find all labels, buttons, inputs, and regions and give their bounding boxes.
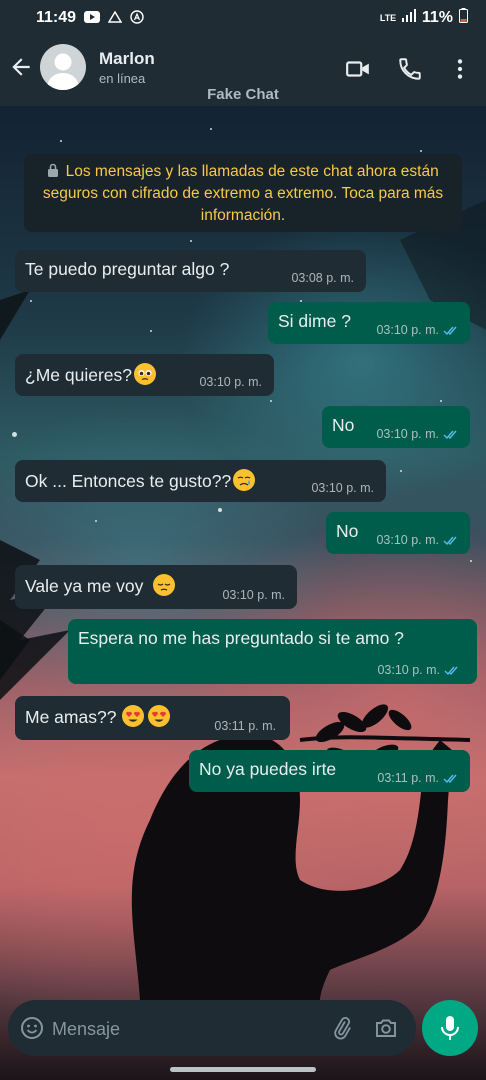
read-receipt-icon <box>444 666 458 676</box>
signal-icon <box>401 9 416 27</box>
message-time: 03:10 p. m. <box>376 323 439 337</box>
battery-percent: 11% <box>421 9 453 26</box>
emoji-icon[interactable] <box>20 1016 44 1040</box>
message-incoming[interactable]: ¿Me quieres? 03:10 p. m. <box>15 354 274 396</box>
message-time: 03:10 p. m. <box>376 427 439 441</box>
back-arrow-icon[interactable] <box>8 54 34 80</box>
message-outgoing[interactable]: No 03:10 p. m. <box>322 406 470 448</box>
message-outgoing[interactable]: Si dime ? 03:10 p. m. <box>268 302 470 344</box>
message-text: Ok ... Entonces te gusto?? <box>25 469 256 492</box>
camera-icon[interactable] <box>374 1016 398 1040</box>
message-meta: 03:10 p. m. <box>376 533 460 547</box>
message-outgoing[interactable]: No ya puedes irte 03:11 p. m. <box>189 750 470 792</box>
pensive-face-emoji <box>153 574 176 596</box>
message-time: 03:11 p. m. <box>214 719 276 733</box>
pleading-face-emoji <box>134 363 156 385</box>
contact-status: en línea <box>99 71 146 86</box>
read-receipt-icon <box>443 774 457 784</box>
message-text-content: Me amas?? <box>25 707 117 727</box>
message-placeholder: Mensaje <box>52 1019 121 1039</box>
message-text-content: ¿Me quieres? <box>25 365 132 385</box>
encryption-notice-text: Los mensajes y las llamadas de este chat… <box>42 163 444 224</box>
message-text: Espera no me has preguntado si te amo ? <box>78 628 404 648</box>
message-time: 03:10 p. m. <box>311 481 374 495</box>
message-text: Me amas?? <box>25 705 171 728</box>
message-time: 03:10 p. m. <box>376 533 439 547</box>
message-meta: 03:10 p. m. <box>376 427 460 441</box>
message-text: Te puedo preguntar algo ? <box>25 259 230 279</box>
message-text: ¿Me quieres? <box>25 363 156 386</box>
message-input[interactable]: Mensaje <box>8 1000 416 1056</box>
fake-chat-watermark: Fake Chat <box>207 86 279 103</box>
attach-icon[interactable] <box>330 1016 354 1040</box>
home-indicator[interactable] <box>170 1067 316 1072</box>
message-meta: 03:11 p. m. <box>377 771 460 785</box>
message-meta: 03:10 p. m. <box>377 663 461 677</box>
message-time: 03:10 p. m. <box>199 375 262 389</box>
message-time: 03:10 p. m. <box>377 663 440 677</box>
battery-icon <box>459 8 468 28</box>
lte-indicator: LTE <box>379 12 397 23</box>
heart-eyes-face-emoji <box>122 705 145 727</box>
mic-icon <box>441 1016 459 1040</box>
status-time: 11:49 <box>36 9 77 26</box>
message-time: 03:11 p. m. <box>377 771 439 785</box>
read-receipt-icon <box>443 536 457 546</box>
message-text-content: Ok ... Entonces te gusto?? <box>25 471 232 491</box>
message-time: 03:08 p. m. <box>291 271 354 285</box>
message-incoming[interactable]: Te puedo preguntar algo ? 03:08 p. m. <box>15 250 366 292</box>
message-text: No ya puedes irte <box>199 759 337 779</box>
youtube-notification-icon <box>84 10 101 26</box>
status-bar: 11:49 LTE 11% <box>0 0 486 36</box>
message-outgoing[interactable]: No 03:10 p. m. <box>326 512 470 554</box>
message-meta: 03:10 p. m. <box>376 323 460 337</box>
video-call-icon[interactable] <box>345 56 371 82</box>
message-outgoing[interactable]: Espera no me has preguntado si te amo ? … <box>68 619 477 684</box>
encryption-notice[interactable]: Los mensajes y las llamadas de este chat… <box>24 154 462 232</box>
message-text: Vale ya me voy <box>25 574 176 597</box>
message-text-content: Vale ya me voy <box>25 576 144 596</box>
heart-eyes-face-emoji <box>148 705 171 727</box>
auto-notification-icon <box>130 9 144 27</box>
message-text: No <box>336 521 359 541</box>
message-incoming[interactable]: Me amas?? 03:11 p. m. <box>15 696 290 740</box>
phone-icon[interactable] <box>397 56 423 82</box>
message-incoming[interactable]: Ok ... Entonces te gusto?? 03:10 p. m. <box>15 460 386 502</box>
more-options-icon[interactable] <box>447 56 473 82</box>
message-text: No <box>332 415 355 435</box>
contact-name[interactable]: Marlon <box>99 49 155 69</box>
message-text: Si dime ? <box>278 311 351 331</box>
message-incoming[interactable]: Vale ya me voy 03:10 p. m. <box>15 565 297 609</box>
read-receipt-icon <box>443 430 457 440</box>
read-receipt-icon <box>443 326 457 336</box>
mic-button[interactable] <box>422 1000 478 1056</box>
warning-notification-icon <box>107 10 123 26</box>
message-time: 03:10 p. m. <box>222 588 285 602</box>
avatar[interactable] <box>40 44 86 90</box>
crying-face-emoji <box>233 469 256 491</box>
lock-icon <box>48 163 59 177</box>
